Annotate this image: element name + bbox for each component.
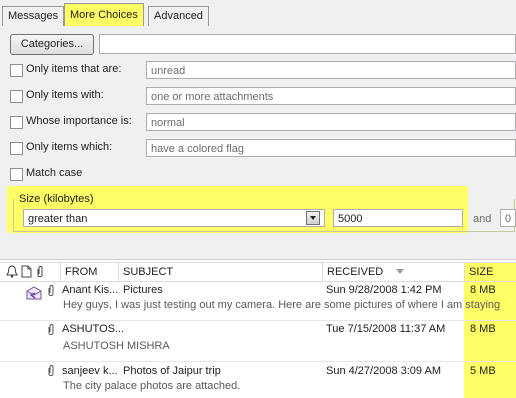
only-items-that-are-checkbox[interactable] xyxy=(10,64,23,77)
row-preview: ASHUTOSH MISHRA xyxy=(63,340,170,352)
envelope-replied-icon xyxy=(26,286,42,303)
only-items-with-select[interactable]: one or more attachments xyxy=(146,87,516,105)
tab-messages[interactable]: Messages xyxy=(2,6,65,26)
categories-field[interactable] xyxy=(99,34,516,54)
attachment-icon xyxy=(46,284,56,301)
match-case-label: Match case xyxy=(26,167,83,179)
tab-more-choices[interactable]: More Choices xyxy=(64,3,144,27)
row-subject: Photos of Jaipur trip xyxy=(123,365,221,377)
row-preview: The city palace photos are attached. xyxy=(63,380,241,392)
row-preview: Hey guys, I was just testing out my came… xyxy=(63,299,501,311)
row-received: Sun 4/27/2008 3:09 AM xyxy=(326,365,441,377)
row-size: 8 MB xyxy=(470,284,496,296)
row-from: ASHUTOS... xyxy=(62,323,125,335)
column-received[interactable]: RECEIVED xyxy=(322,263,464,281)
row-subject: Pictures xyxy=(123,284,163,296)
only-items-which-label: Only items which: xyxy=(26,141,113,153)
only-items-with-label: Only items with: xyxy=(26,89,104,101)
pane-divider xyxy=(0,259,516,260)
row-size: 8 MB xyxy=(470,323,496,335)
attachment-header-icon[interactable] xyxy=(35,265,45,282)
tab-bar: Messages More Choices Advanced xyxy=(0,0,516,27)
match-case-checkbox[interactable] xyxy=(10,168,23,181)
sort-descending-icon xyxy=(396,269,404,274)
results-list-header: FROM SUBJECT RECEIVED SIZE xyxy=(0,262,516,282)
item-type-icon[interactable] xyxy=(21,265,32,281)
size-value2-field[interactable]: 0 xyxy=(500,209,516,227)
only-items-that-are-label: Only items that are: xyxy=(26,63,122,75)
row-received: Tue 7/15/2008 11:37 AM xyxy=(326,323,446,335)
size-operator-value: greater than xyxy=(28,213,88,225)
only-items-with-checkbox[interactable] xyxy=(10,90,23,103)
only-items-which-select[interactable]: have a colored flag xyxy=(146,139,516,157)
column-from[interactable]: FROM xyxy=(60,263,118,281)
categories-button[interactable]: Categories... xyxy=(10,34,94,55)
size-value-field[interactable]: 5000 xyxy=(333,209,463,227)
whose-importance-checkbox[interactable] xyxy=(10,116,23,129)
only-items-which-checkbox[interactable] xyxy=(10,142,23,155)
attachment-icon xyxy=(46,364,56,381)
row-from: sanjeev k... xyxy=(62,365,118,377)
tab-advanced[interactable]: Advanced xyxy=(148,6,209,26)
column-received-label: RECEIVED xyxy=(327,266,384,278)
attachment-icon xyxy=(46,323,56,340)
row-size: 5 MB xyxy=(470,365,496,377)
whose-importance-select[interactable]: normal xyxy=(146,113,516,131)
column-subject[interactable]: SUBJECT xyxy=(118,263,322,281)
column-size[interactable]: SIZE xyxy=(464,263,516,281)
dropdown-arrow-icon[interactable] xyxy=(306,211,320,225)
size-operator-select[interactable]: greater than xyxy=(23,209,325,227)
whose-importance-label: Whose importance is: xyxy=(26,115,132,127)
reminder-bell-icon[interactable] xyxy=(6,265,18,281)
only-items-that-are-select[interactable]: unread xyxy=(146,61,516,79)
size-and-label: and xyxy=(473,213,492,225)
row-received: Sun 9/28/2008 1:42 PM xyxy=(326,284,442,296)
row-from: Anant Kis... xyxy=(62,284,119,296)
